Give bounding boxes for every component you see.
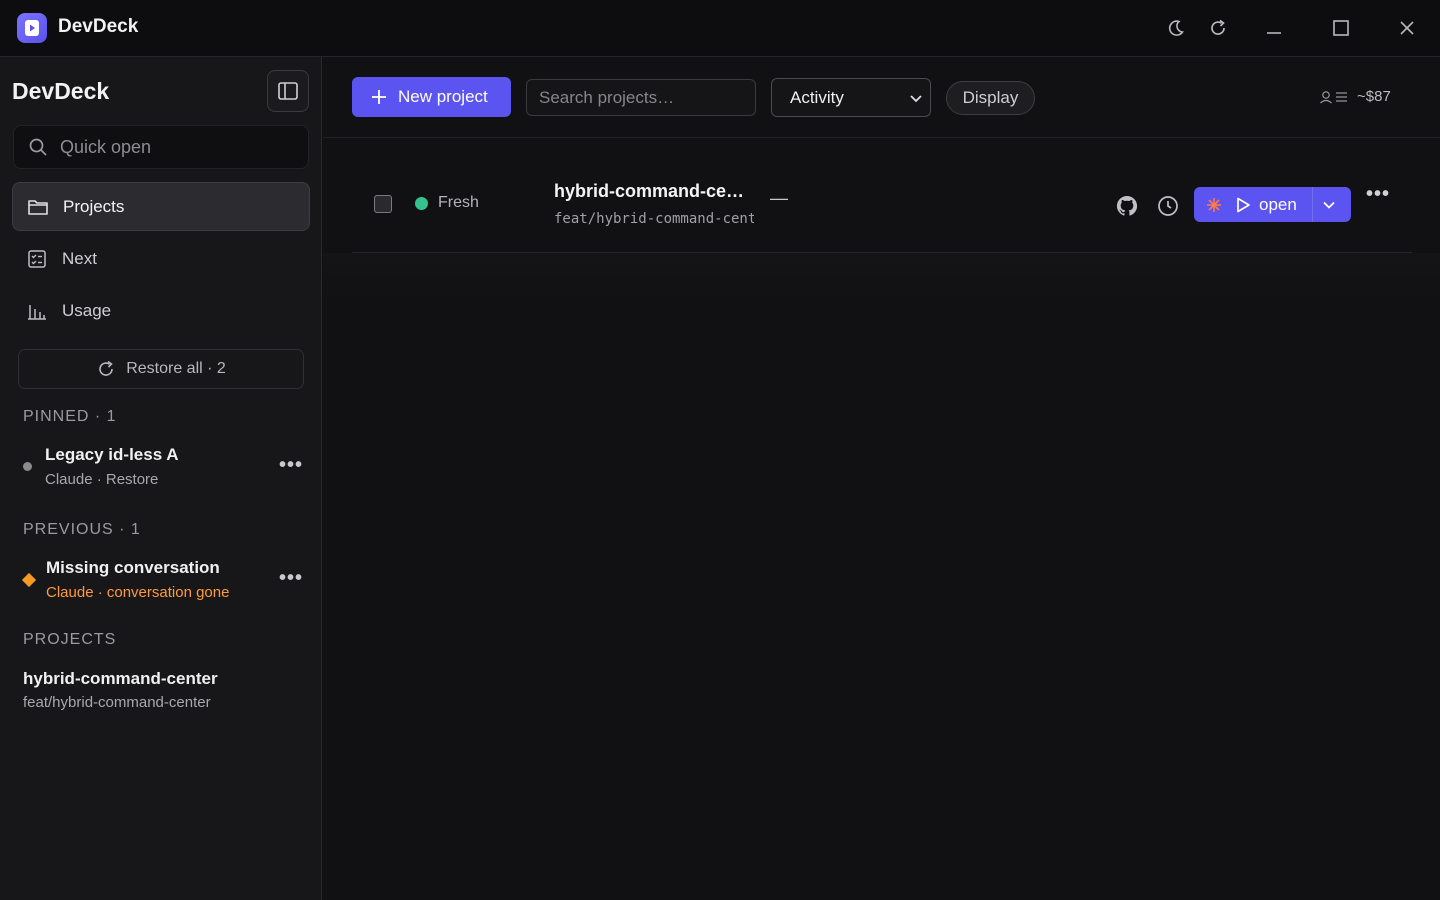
minimize-icon[interactable] — [1260, 14, 1288, 42]
project-row[interactable]: Fresh hybrid-command-ce… feat/hybrid-com… — [352, 161, 1412, 253]
sidebar-panel-icon — [278, 82, 298, 100]
cost-value: ~$87 — [1357, 88, 1391, 105]
play-icon — [1237, 197, 1250, 213]
reload-icon[interactable] — [1204, 14, 1232, 42]
restore-icon — [99, 360, 114, 376]
session-subtitle: Claude · Restore — [45, 471, 159, 488]
sidebar-item-projects[interactable]: Projects — [12, 182, 310, 231]
maximize-icon[interactable] — [1327, 14, 1355, 42]
open-button-label: open — [1259, 195, 1297, 214]
project-branch: feat/hybrid-command-center — [23, 694, 211, 711]
session-subtitle: Claude · conversation gone — [46, 584, 230, 601]
project-name: hybrid-command-ce… — [554, 181, 745, 201]
status-dot — [415, 197, 428, 210]
pinned-heading: PINNED · 1 — [23, 408, 117, 425]
project-summary: — — [770, 188, 788, 208]
status-label: Fresh — [438, 194, 479, 211]
project-title: hybrid-command-center — [23, 669, 218, 688]
quick-open-placeholder: Quick open — [60, 136, 152, 157]
sidebar-item-label: Next — [62, 248, 97, 268]
sort-select[interactable]: Activity — [771, 78, 931, 117]
usage-icon — [1320, 90, 1347, 103]
warning-diamond-icon — [21, 572, 37, 588]
sidebar: DevDeck Quick open Projects Next Usage R… — [0, 57, 322, 900]
folder-icon — [28, 199, 48, 215]
title-bar: DevDeck — [0, 0, 1440, 57]
github-icon[interactable] — [1115, 194, 1139, 218]
more-options-icon[interactable]: ••• — [279, 454, 303, 477]
row-divider-shade — [323, 253, 1440, 303]
search-icon — [29, 138, 47, 156]
history-clock-icon[interactable] — [1156, 194, 1180, 218]
search-projects-input[interactable] — [526, 79, 756, 116]
project-branch: feat/hybrid-command-center — [554, 211, 754, 227]
new-project-label: New project — [398, 87, 488, 106]
sort-select-value: Activity — [790, 87, 844, 107]
new-project-button[interactable]: New project — [352, 77, 511, 117]
sidebar-item-label: Projects — [63, 196, 125, 216]
cost-indicator: ~$87 — [1319, 88, 1391, 105]
sidebar-toggle-button[interactable] — [267, 70, 309, 112]
row-more-options-icon[interactable]: ••• — [1366, 183, 1390, 206]
sidebar-title: DevDeck — [12, 78, 110, 104]
projects-heading: PROJECTS — [23, 631, 117, 648]
close-icon[interactable] — [1393, 14, 1421, 42]
plus-icon — [372, 90, 386, 104]
restore-all-button[interactable]: Restore all · 2 — [18, 349, 304, 389]
split-divider — [1312, 187, 1313, 222]
display-button[interactable]: Display — [946, 81, 1035, 115]
claude-spark-icon — [1207, 198, 1221, 212]
main-panel: New project Activity Display ~$87 Fresh … — [323, 57, 1440, 900]
bar-chart-icon — [28, 304, 46, 320]
toolbar: New project Activity Display ~$87 — [323, 57, 1440, 138]
app-logo-icon — [17, 13, 47, 43]
more-options-icon[interactable]: ••• — [279, 567, 303, 590]
row-checkbox[interactable] — [374, 195, 392, 213]
chevron-down-icon[interactable] — [1321, 197, 1337, 213]
app-title: DevDeck — [58, 16, 139, 37]
chevron-down-icon — [910, 95, 922, 103]
sidebar-item-next[interactable]: Next — [12, 234, 310, 283]
open-split-button[interactable]: open — [1194, 187, 1351, 222]
sidebar-item-usage[interactable]: Usage — [12, 286, 310, 335]
session-title: Missing conversation — [46, 558, 220, 577]
session-status-dot — [23, 462, 32, 471]
session-title: Legacy id-less A — [45, 445, 179, 464]
previous-heading: PREVIOUS · 1 — [23, 521, 141, 538]
sidebar-item-label: Usage — [62, 300, 112, 320]
restore-all-label: Restore all · 2 — [126, 360, 226, 377]
quick-open-input[interactable]: Quick open — [13, 125, 309, 169]
moon-icon[interactable] — [1162, 14, 1190, 42]
checklist-icon — [28, 249, 46, 268]
